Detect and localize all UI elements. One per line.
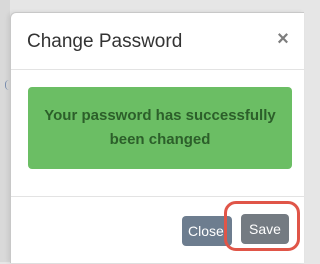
close-icon[interactable]: ×: [273, 27, 293, 51]
success-alert: Your password has successfully been chan…: [28, 87, 292, 169]
modal-header: Change Password ×: [11, 13, 304, 70]
modal-title: Change Password: [27, 31, 183, 52]
save-button[interactable]: Save: [241, 214, 289, 244]
page-backdrop: [0, 0, 10, 262]
success-alert-message: Your password has successfully been chan…: [44, 107, 276, 148]
close-button[interactable]: Close: [182, 216, 232, 246]
